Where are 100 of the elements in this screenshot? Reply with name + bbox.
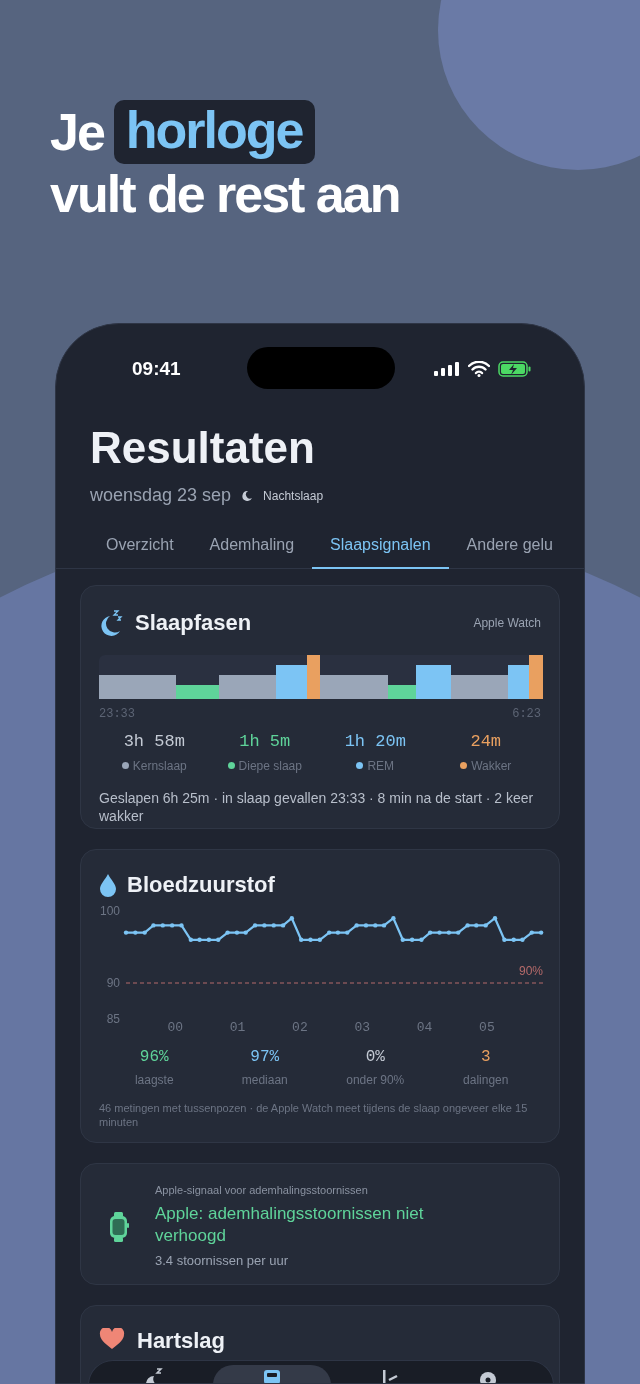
data-point xyxy=(391,916,396,921)
legend-label: REM xyxy=(367,757,395,775)
stat-label: dalingen xyxy=(463,1072,509,1089)
data-point xyxy=(419,937,424,942)
data-point xyxy=(262,923,267,928)
data-point xyxy=(502,937,507,942)
tab-bar-item[interactable] xyxy=(212,1365,331,1383)
data-point xyxy=(243,930,248,935)
data-point xyxy=(345,930,350,935)
axis-tick-label: 03 xyxy=(354,1020,371,1035)
data-point xyxy=(317,937,323,942)
card-title: Bloedzuurstof xyxy=(127,871,275,899)
data-point xyxy=(492,916,498,921)
stage-duration: 24m xyxy=(470,731,502,753)
data-point xyxy=(160,923,165,928)
data-point xyxy=(271,923,276,928)
data-point xyxy=(511,937,516,942)
data-point xyxy=(446,930,452,935)
data-point xyxy=(400,937,405,942)
start-time: 23:33 xyxy=(99,706,135,723)
tab[interactable]: Ademhaling xyxy=(191,531,313,569)
data-point xyxy=(483,923,488,928)
axis-tick-label: 04 xyxy=(416,1020,433,1035)
tab[interactable]: Andere gelu xyxy=(448,531,571,569)
axis-tick-label: 85 xyxy=(106,1012,120,1026)
stat-label: mediaan xyxy=(241,1072,288,1089)
watch-icon xyxy=(109,1212,129,1242)
signal-icon xyxy=(434,362,460,376)
threshold-label: 90% xyxy=(518,964,543,978)
data-point xyxy=(409,937,415,942)
sleep-summary: Geslapen 6h 25m · in slaap gevallen 23:33 · 8 min na de start · 2 keer wakker xyxy=(99,788,535,825)
source-label: Apple Watch xyxy=(473,614,541,632)
data-point xyxy=(151,923,156,928)
stat-label: laagste xyxy=(134,1072,174,1089)
data-point xyxy=(327,930,332,935)
data-point xyxy=(363,923,369,928)
drop-icon xyxy=(99,872,117,897)
legend-label: Diepe slaap xyxy=(238,757,302,775)
data-point xyxy=(538,930,544,935)
stat-value: 97% xyxy=(250,1047,280,1068)
moon-icon xyxy=(241,489,254,502)
data-point xyxy=(169,923,175,928)
data-point xyxy=(428,930,433,935)
data-point xyxy=(289,916,294,921)
measurement-note: 46 metingen met tussenpozen · de Apple Watch meet tijdens de slaap ongeveer elke 15 minuten xyxy=(99,1101,529,1129)
data-point xyxy=(373,923,378,928)
page-title: Resultaten xyxy=(90,422,316,474)
data-point xyxy=(225,930,230,935)
data-point xyxy=(308,937,313,942)
headline-text: Je xyxy=(50,102,104,162)
highlight-label: horloge xyxy=(113,100,315,164)
data-point xyxy=(142,930,147,935)
data-point xyxy=(234,930,240,935)
stat-value: 96% xyxy=(139,1047,169,1068)
end-time: 6:23 xyxy=(512,706,541,723)
data-point xyxy=(206,937,212,942)
tab[interactable]: Slaapsignalen xyxy=(312,531,449,569)
data-point xyxy=(354,923,359,928)
axis-tick-label: 100 xyxy=(99,904,120,918)
stage-duration: 1h 20m xyxy=(344,731,406,753)
data-point xyxy=(381,923,387,928)
data-point xyxy=(252,923,258,928)
signal-status: Apple: ademhalingsstoornissen niet verhoogd xyxy=(155,1202,425,1247)
stat-value: 3 xyxy=(480,1047,491,1068)
data-point xyxy=(465,923,470,928)
tab[interactable]: Overzicht xyxy=(88,531,192,569)
data-point xyxy=(280,923,286,928)
headline-text: vult de rest aan xyxy=(50,164,400,224)
stat-label: onder 90% xyxy=(346,1072,405,1089)
data-point xyxy=(520,937,525,942)
data-point xyxy=(188,937,194,942)
status-time: 09:41 xyxy=(132,356,181,381)
wifi-icon xyxy=(468,361,490,377)
data-point xyxy=(474,923,479,928)
data-point xyxy=(529,930,534,935)
axis-tick-label: 05 xyxy=(479,1020,495,1035)
stat-value: 0% xyxy=(365,1047,385,1068)
axis-tick-label: 90 xyxy=(106,976,120,990)
axis-tick-label: 00 xyxy=(167,1020,184,1035)
signal-detail: 3.4 stoornissen per uur xyxy=(155,1251,289,1270)
data-point xyxy=(335,930,341,935)
date-label: woensdag 23 sep xyxy=(90,484,232,507)
card-title: Slaapfasen xyxy=(135,609,252,637)
battery-charging-icon xyxy=(498,361,532,377)
axis-tick-label: 01 xyxy=(229,1020,246,1035)
data-point xyxy=(456,930,461,935)
data-point xyxy=(216,937,221,942)
stage-duration: 3h 58m xyxy=(123,731,185,753)
heart-icon xyxy=(99,1328,125,1350)
signal-caption: Apple-signaal voor ademhalingsstoornissen xyxy=(155,1183,369,1198)
data-point xyxy=(179,923,184,928)
data-point xyxy=(197,937,202,942)
legend-label: Wakker xyxy=(471,757,512,775)
mode-label: Nachtslaap xyxy=(263,487,324,505)
data-point xyxy=(133,930,138,935)
stage-duration: 1h 5m xyxy=(239,731,291,753)
axis-tick-label: 02 xyxy=(292,1020,308,1035)
card-title: Hartslag xyxy=(137,1327,226,1355)
data-point xyxy=(437,930,442,935)
data-point xyxy=(123,930,129,935)
